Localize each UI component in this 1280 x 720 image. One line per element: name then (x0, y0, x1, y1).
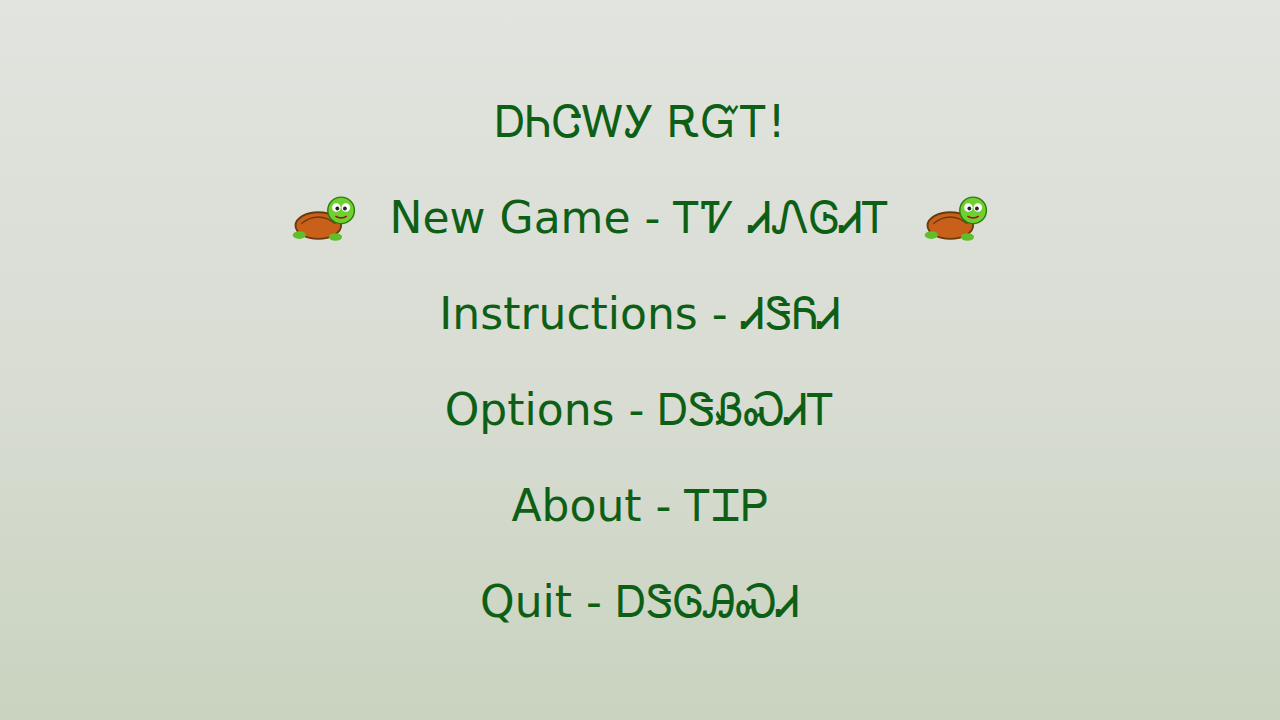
game-title: ᎠᏂᏣᎳᎩ ᎡᏳᎢ! (495, 92, 786, 152)
menu-item[interactable]: Instructions - ᏗᏕᏲᏗ (439, 284, 840, 344)
menu-item-label: About - ᎢᏆᏢ (512, 476, 769, 536)
menu-item-label: Options - ᎠᏕᏰᏍᏗᎢ (445, 380, 836, 440)
menu-item-label: Quit - ᎠᏕᎶᎯᏍᏗ (480, 572, 800, 632)
menu-column: ᎠᏂᏣᎳᎩ ᎡᏳᎢ! New Game - ᎢᏤ ᏗᏁᎶᏗᎢ Instruction… (286, 0, 995, 632)
main-menu-screen: ᎠᏂᏣᎳᎩ ᎡᏳᎢ! New Game - ᎢᏤ ᏗᏁᎶᏗᎢ Instruction… (0, 0, 1280, 720)
menu-item-label: New Game - ᎢᏤ ᏗᏁᎶᏗᎢ (390, 188, 891, 248)
turtle-icon (918, 189, 994, 247)
menu-item[interactable]: New Game - ᎢᏤ ᏗᏁᎶᏗᎢ (286, 188, 995, 248)
menu-item-label: Instructions - ᏗᏕᏲᏗ (439, 284, 840, 344)
menu-item[interactable]: Options - ᎠᏕᏰᏍᏗᎢ (445, 380, 836, 440)
menu-item[interactable]: About - ᎢᏆᏢ (512, 476, 769, 536)
turtle-icon (286, 189, 362, 247)
menu-item[interactable]: Quit - ᎠᏕᎶᎯᏍᏗ (480, 572, 800, 632)
forest-background: ᎠᏂᏣᎳᎩ ᎡᏳᎢ! New Game - ᎢᏤ ᏗᏁᎶᏗᎢ Instruction… (0, 0, 1280, 720)
